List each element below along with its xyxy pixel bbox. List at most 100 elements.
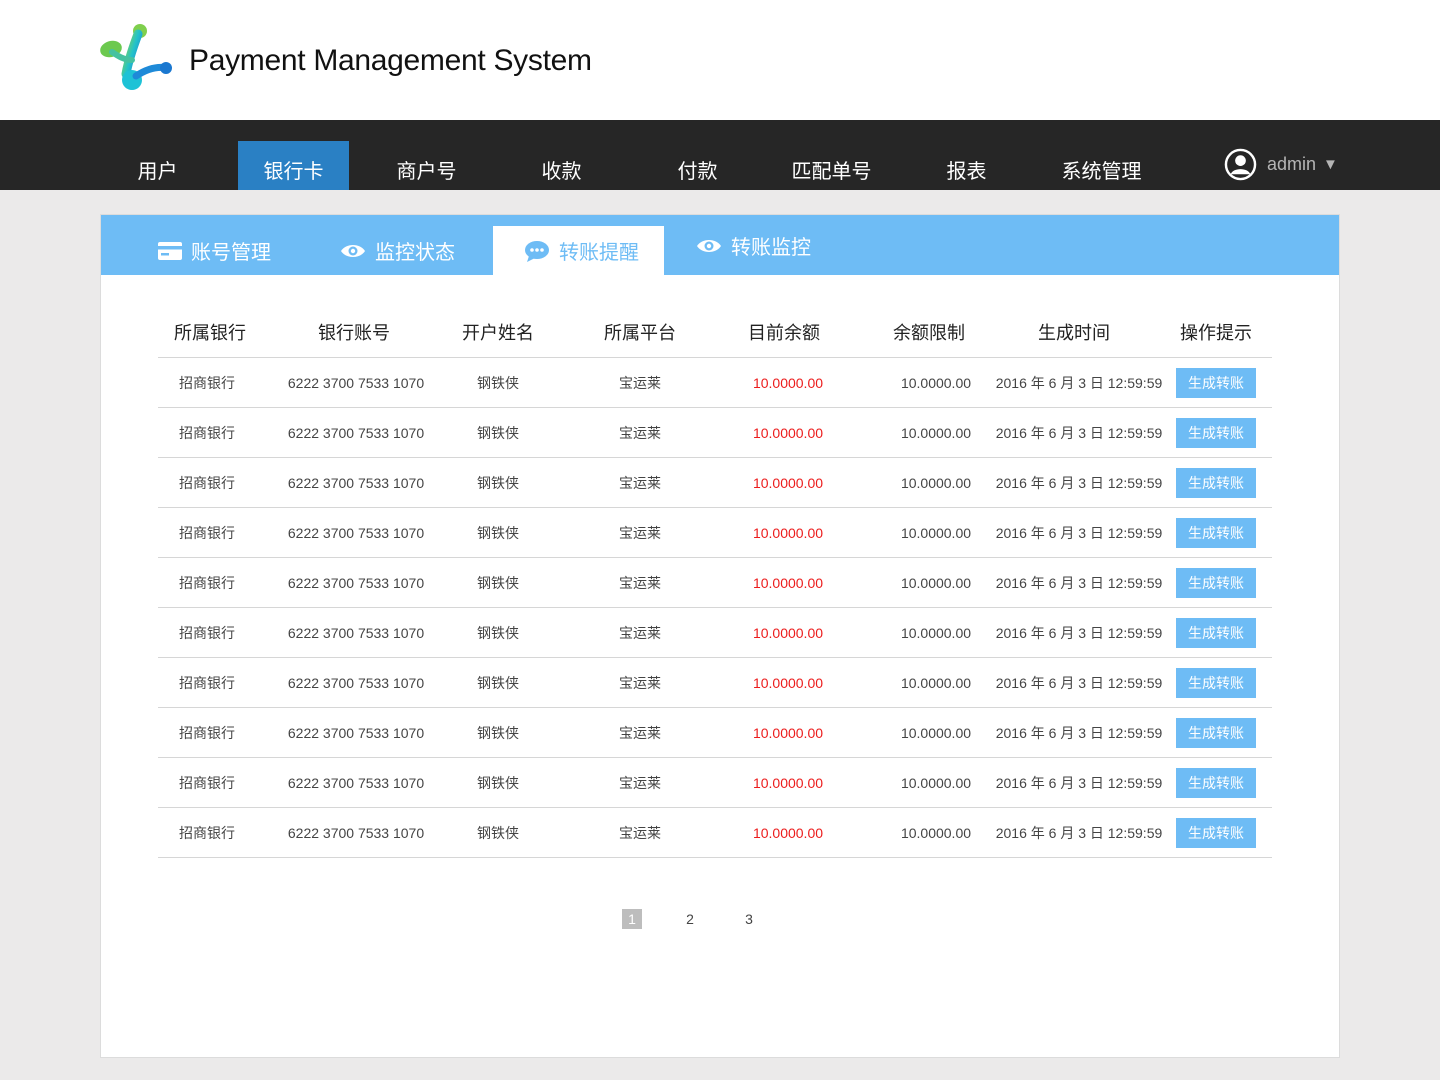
- cell-platform: 宝运莱: [619, 375, 661, 391]
- cell-time: 2016 年 6 月 3 日 12:59:59: [995, 375, 1163, 391]
- generate-transfer-button[interactable]: 生成转账: [1176, 668, 1256, 698]
- cell-time: 2016 年 6 月 3 日 12:59:59: [995, 675, 1163, 691]
- column-header-account: 银行账号: [318, 323, 390, 343]
- tab-account-management[interactable]: 账号管理: [158, 226, 271, 275]
- eye-icon: [697, 239, 721, 252]
- cell-limit: 10.0000.00: [900, 825, 972, 841]
- user-menu[interactable]: admin ▼: [1224, 147, 1338, 181]
- cell-bank: 招商银行: [179, 675, 235, 691]
- cell-account: 6222 3700 7533 1070: [287, 525, 425, 541]
- nav-item-reports[interactable]: 报表: [911, 141, 1022, 190]
- cell-balance: 10.0000.00: [752, 725, 824, 741]
- cell-account: 6222 3700 7533 1070: [287, 375, 425, 391]
- table-row: 招商银行 6222 3700 7533 1070 钢铁侠 宝运莱 10.0000.00 1…: [158, 808, 1272, 858]
- cell-limit: 10.0000.00: [900, 575, 972, 591]
- cell-account: 6222 3700 7533 1070: [287, 475, 425, 491]
- cell-platform: 宝运莱: [619, 725, 661, 741]
- column-header-bank: 所属银行: [174, 323, 246, 343]
- app-header: Payment Management System: [0, 0, 1440, 120]
- table-row: 招商银行 6222 3700 7533 1070 钢铁侠 宝运莱 10.0000.00 1…: [158, 608, 1272, 658]
- cell-name: 钢铁侠: [477, 725, 519, 741]
- column-header-balance: 目前余额: [748, 323, 820, 343]
- table-row: 招商银行 6222 3700 7533 1070 钢铁侠 宝运莱 10.0000.00 1…: [158, 658, 1272, 708]
- cell-limit: 10.0000.00: [900, 375, 972, 391]
- page-2-button[interactable]: 2: [680, 909, 700, 929]
- tab-label: 账号管理: [191, 242, 271, 264]
- nav-item-merchant[interactable]: 商户号: [371, 141, 482, 190]
- pagination: 1 2 3: [101, 909, 1339, 931]
- tab-label: 监控状态: [375, 242, 455, 264]
- generate-transfer-button[interactable]: 生成转账: [1176, 718, 1256, 748]
- nav-item-users[interactable]: 用户: [102, 141, 213, 190]
- tab-bar: 账号管理 监控状态 转账提醒 转账监控: [101, 215, 1339, 275]
- generate-transfer-button[interactable]: 生成转账: [1176, 768, 1256, 798]
- cell-time: 2016 年 6 月 3 日 12:59:59: [995, 725, 1163, 741]
- tab-transfer-reminder[interactable]: 转账提醒: [493, 226, 664, 275]
- cell-bank: 招商银行: [179, 475, 235, 491]
- cell-platform: 宝运莱: [619, 525, 661, 541]
- chat-icon: [525, 240, 549, 262]
- generate-transfer-button[interactable]: 生成转账: [1176, 568, 1256, 598]
- page-1-button[interactable]: 1: [622, 909, 642, 929]
- cell-bank: 招商银行: [179, 825, 235, 841]
- cell-time: 2016 年 6 月 3 日 12:59:59: [995, 625, 1163, 641]
- cell-limit: 10.0000.00: [900, 725, 972, 741]
- nav-item-receipts[interactable]: 收款: [506, 141, 617, 190]
- table-row: 招商银行 6222 3700 7533 1070 钢铁侠 宝运莱 10.0000.00 1…: [158, 758, 1272, 808]
- cell-limit: 10.0000.00: [900, 525, 972, 541]
- column-header-platform: 所属平台: [604, 323, 676, 343]
- generate-transfer-button[interactable]: 生成转账: [1176, 468, 1256, 498]
- cell-bank: 招商银行: [179, 625, 235, 641]
- cell-bank: 招商银行: [179, 575, 235, 591]
- generate-transfer-button[interactable]: 生成转账: [1176, 618, 1256, 648]
- cell-balance: 10.0000.00: [752, 425, 824, 441]
- column-header-name: 开户姓名: [462, 323, 534, 343]
- cell-time: 2016 年 6 月 3 日 12:59:59: [995, 475, 1163, 491]
- cell-platform: 宝运莱: [619, 625, 661, 641]
- cell-name: 钢铁侠: [477, 475, 519, 491]
- generate-transfer-button[interactable]: 生成转账: [1176, 518, 1256, 548]
- chevron-down-icon: ▼: [1323, 155, 1338, 173]
- cell-platform: 宝运莱: [619, 575, 661, 591]
- nav-item-bank-card[interactable]: 银行卡: [238, 141, 349, 190]
- eye-icon: [341, 244, 365, 257]
- content-panel: 账号管理 监控状态 转账提醒 转账监控 所属银行 银行账号 开户姓名 所属平台 …: [100, 214, 1340, 1058]
- table-header: 所属银行 银行账号 开户姓名 所属平台 目前余额 余额限制 生成时间 操作提示: [158, 305, 1272, 358]
- cell-limit: 10.0000.00: [900, 625, 972, 641]
- cell-balance: 10.0000.00: [752, 625, 824, 641]
- cell-limit: 10.0000.00: [900, 425, 972, 441]
- page-3-button[interactable]: 3: [739, 909, 759, 929]
- cell-platform: 宝运莱: [619, 475, 661, 491]
- nav-item-payments[interactable]: 付款: [642, 141, 753, 190]
- generate-transfer-button[interactable]: 生成转账: [1176, 818, 1256, 848]
- tab-monitor-status[interactable]: 监控状态: [340, 226, 455, 275]
- table-row: 招商银行 6222 3700 7533 1070 钢铁侠 宝运莱 10.0000.00 1…: [158, 508, 1272, 558]
- cell-name: 钢铁侠: [477, 825, 519, 841]
- nav-item-system-admin[interactable]: 系统管理: [1046, 141, 1157, 190]
- generate-transfer-button[interactable]: 生成转账: [1176, 418, 1256, 448]
- logo-icon: [100, 24, 172, 90]
- cell-limit: 10.0000.00: [900, 675, 972, 691]
- cell-limit: 10.0000.00: [900, 475, 972, 491]
- cell-account: 6222 3700 7533 1070: [287, 725, 425, 741]
- tab-transfer-monitor[interactable]: 转账监控: [696, 221, 811, 270]
- column-header-action: 操作提示: [1180, 323, 1252, 343]
- column-header-time: 生成时间: [1038, 323, 1110, 343]
- table-row: 招商银行 6222 3700 7533 1070 钢铁侠 宝运莱 10.0000.00 1…: [158, 458, 1272, 508]
- cell-platform: 宝运莱: [619, 775, 661, 791]
- cell-limit: 10.0000.00: [900, 775, 972, 791]
- cell-bank: 招商银行: [179, 725, 235, 741]
- nav-item-match-order[interactable]: 匹配单号: [776, 141, 887, 190]
- cell-name: 钢铁侠: [477, 425, 519, 441]
- cell-platform: 宝运莱: [619, 425, 661, 441]
- table-row: 招商银行 6222 3700 7533 1070 钢铁侠 宝运莱 10.0000.00 1…: [158, 708, 1272, 758]
- generate-transfer-button[interactable]: 生成转账: [1176, 368, 1256, 398]
- cell-name: 钢铁侠: [477, 375, 519, 391]
- table-row: 招商银行 6222 3700 7533 1070 钢铁侠 宝运莱 10.0000.00 1…: [158, 408, 1272, 458]
- cell-balance: 10.0000.00: [752, 375, 824, 391]
- cell-balance: 10.0000.00: [752, 775, 824, 791]
- cell-time: 2016 年 6 月 3 日 12:59:59: [995, 525, 1163, 541]
- cell-name: 钢铁侠: [477, 775, 519, 791]
- tab-label: 转账监控: [731, 237, 811, 259]
- cell-account: 6222 3700 7533 1070: [287, 825, 425, 841]
